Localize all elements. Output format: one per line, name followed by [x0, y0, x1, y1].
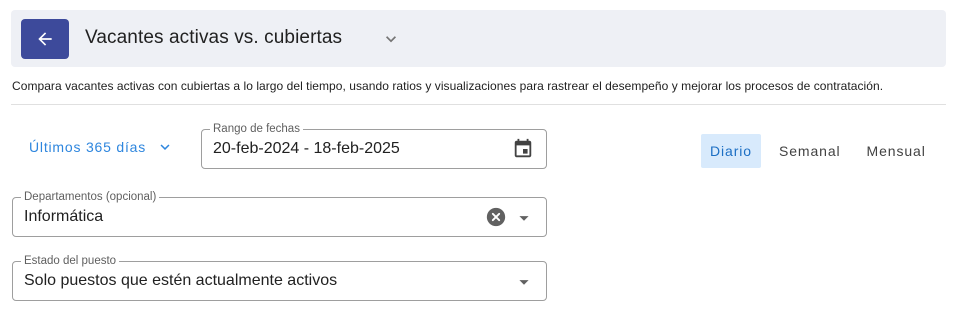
period-label: Últimos 365 días: [29, 139, 147, 155]
chevron-down-icon[interactable]: [381, 29, 401, 49]
granularity-toggle: Diario Semanal Mensual: [701, 134, 935, 168]
dropdown-arrow-icon[interactable]: [513, 271, 535, 293]
page-description: Compara vacantes activas con cubiertas a…: [12, 79, 884, 93]
granularity-daily-button[interactable]: Diario: [701, 134, 761, 168]
arrow-left-icon: [38, 32, 52, 46]
divider: [11, 104, 946, 105]
chevron-down-icon: [160, 144, 170, 150]
departments-label: Departamentos (opcional): [21, 190, 160, 204]
clear-icon[interactable]: [485, 206, 507, 228]
date-range-value: 20-feb-2024 - 18-feb-2025: [213, 140, 400, 157]
date-range-label: Rango de fechas: [210, 122, 303, 136]
job-status-label: Estado del puesto: [21, 254, 120, 268]
job-status-value: Solo puestos que estén actualmente activ…: [24, 272, 338, 289]
page-title: Vacantes activas vs. cubiertas: [85, 27, 343, 48]
back-button[interactable]: [21, 19, 69, 59]
granularity-weekly-button[interactable]: Semanal: [770, 134, 850, 168]
calendar-icon[interactable]: [512, 138, 534, 160]
date-range-field[interactable]: Rango de fechas 20-feb-2024 - 18-feb-202…: [201, 122, 547, 169]
period-select[interactable]: Últimos 365 días: [29, 138, 174, 156]
departments-field[interactable]: Departamentos (opcional) Informática: [12, 190, 547, 237]
dropdown-arrow-icon[interactable]: [513, 207, 535, 229]
granularity-monthly-button[interactable]: Mensual: [858, 134, 935, 168]
departments-value: Informática: [24, 208, 104, 225]
page-header: Vacantes activas vs. cubiertas: [11, 10, 946, 67]
job-status-field[interactable]: Estado del puesto Solo puestos que estén…: [12, 254, 547, 301]
